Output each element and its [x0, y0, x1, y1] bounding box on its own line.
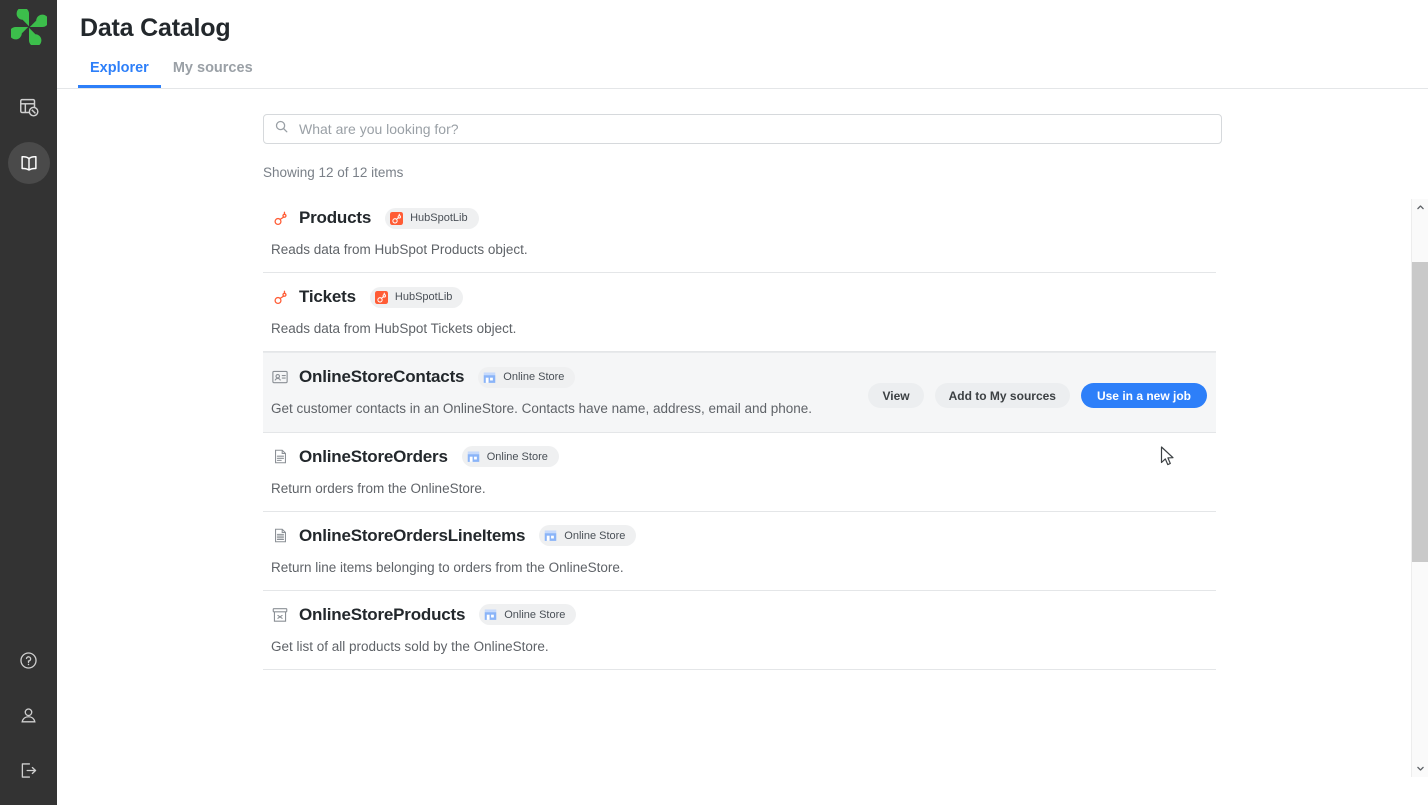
item-name: OnlineStoreOrders — [299, 446, 448, 466]
item-description: Return orders from the OnlineStore. — [271, 480, 486, 496]
search-box[interactable] — [263, 114, 1222, 144]
status-badge: HubSpotLib — [385, 207, 479, 229]
table-row[interactable]: OnlineStoreProducts Online Store Get lis… — [263, 591, 1216, 671]
hubspot-sprocket-icon — [271, 209, 289, 227]
chevron-down-icon — [1416, 760, 1425, 778]
document-orders-icon — [271, 448, 289, 466]
status-badge: Online Store — [539, 525, 637, 547]
sidebar-top-nav — [7, 86, 50, 184]
search-row — [263, 114, 1222, 144]
user-icon — [18, 705, 39, 726]
online-store-icon — [544, 529, 557, 542]
sidebar-item-account[interactable] — [8, 694, 50, 736]
scrollbar[interactable] — [1411, 199, 1428, 777]
scrollbar-thumb[interactable] — [1411, 262, 1428, 562]
tab-my-sources[interactable]: My sources — [161, 53, 265, 89]
content-area: Showing 12 of 12 items Pro — [57, 89, 1428, 805]
item-name: OnlineStoreProducts — [299, 604, 466, 624]
table-row[interactable]: OnlineStoreOrders Online Store Return or… — [263, 433, 1216, 512]
contact-card-icon — [271, 368, 289, 386]
item-name: Products — [299, 208, 372, 227]
status-badge: Online Store — [478, 366, 576, 388]
item-name: Tickets — [299, 287, 356, 307]
badge-label: Online Store — [486, 450, 548, 463]
item-description: Reads data from HubSpot Products object. — [271, 242, 528, 257]
row-actions: View Add to My sources Use in a new job — [868, 383, 1207, 409]
clover-logo-icon — [8, 7, 49, 50]
chevron-up-icon — [1416, 199, 1425, 217]
status-badge: HubSpotLib — [369, 286, 464, 308]
table-row[interactable]: OnlineStoreContacts Online Store View Ad… — [263, 352, 1216, 433]
app-logo[interactable] — [0, 1, 57, 58]
book-icon — [18, 152, 40, 174]
item-header: OnlineStoreOrdersLineItems Online Store — [271, 524, 1206, 548]
item-description: Return line items belonging to orders fr… — [271, 559, 624, 575]
scrollbar-up-button[interactable] — [1412, 199, 1428, 216]
use-in-new-job-button[interactable]: Use in a new job — [1080, 383, 1207, 409]
scrollbar-track[interactable] — [1411, 216, 1428, 760]
hubspot-badge-icon — [390, 211, 404, 225]
badge-label: HubSpotLib — [410, 212, 468, 224]
product-box-icon — [271, 606, 289, 624]
item-description: Get list of all products sold by the Onl… — [271, 638, 549, 654]
add-to-my-sources-button[interactable]: Add to My sources — [934, 383, 1070, 409]
table-row[interactable]: Products HubSpotLib Reads data from HubS… — [263, 194, 1216, 274]
badge-label: Online Store — [504, 608, 566, 621]
table-disabled-icon — [18, 96, 40, 118]
sidebar-item-data-catalog[interactable] — [7, 142, 50, 184]
sidebar — [0, 0, 57, 805]
item-description: Reads data from HubSpot Tickets object. — [271, 321, 517, 337]
item-name: OnlineStoreContacts — [299, 367, 465, 387]
status-badge: Online Store — [461, 446, 559, 468]
document-lines-icon — [271, 527, 289, 545]
main-area: Data Catalog Explorer My sources What ar… — [57, 0, 1428, 805]
result-count: Showing 12 of 12 items — [263, 165, 404, 180]
logout-icon — [18, 760, 39, 781]
table-row[interactable]: OnlineStoreOrdersLineItems Online Store … — [263, 512, 1216, 591]
app-root: Data Catalog Explorer My sources What ar… — [0, 0, 1428, 805]
hubspot-badge-icon — [374, 290, 388, 304]
sidebar-item-data-jobs[interactable] — [8, 86, 50, 128]
item-header: Products HubSpotLib — [271, 206, 1206, 230]
online-store-icon — [467, 450, 480, 463]
sidebar-item-help[interactable] — [8, 639, 50, 681]
page-title: Data Catalog — [80, 14, 231, 42]
item-name: OnlineStoreOrdersLineItems — [299, 525, 526, 545]
item-header: OnlineStoreProducts Online Store — [271, 603, 1206, 627]
search-icon — [274, 119, 299, 139]
sidebar-bottom-nav — [0, 639, 57, 791]
top-bar: Data Catalog Explorer My sources — [57, 0, 1428, 89]
tab-bar: Explorer My sources — [78, 53, 265, 89]
view-button[interactable]: View — [868, 383, 924, 409]
search-input[interactable] — [299, 121, 1211, 137]
catalog-list: Products HubSpotLib Reads data from HubS… — [263, 194, 1216, 671]
table-row[interactable]: Tickets HubSpotLib Reads data from HubSp… — [263, 273, 1216, 353]
scrollbar-down-button[interactable] — [1412, 760, 1428, 777]
badge-label: Online Store — [503, 371, 565, 384]
tab-explorer[interactable]: Explorer — [78, 53, 161, 88]
sidebar-item-logout[interactable] — [8, 749, 50, 791]
online-store-icon — [483, 371, 496, 384]
item-header: OnlineStoreOrders Online Store — [271, 445, 1206, 469]
item-header: Tickets HubSpotLib — [271, 285, 1206, 309]
badge-label: HubSpotLib — [394, 291, 453, 304]
status-badge: Online Store — [479, 604, 577, 626]
badge-label: Online Store — [564, 529, 626, 542]
help-circle-icon — [18, 650, 39, 671]
hubspot-sprocket-icon — [271, 288, 289, 306]
online-store-icon — [484, 608, 497, 621]
